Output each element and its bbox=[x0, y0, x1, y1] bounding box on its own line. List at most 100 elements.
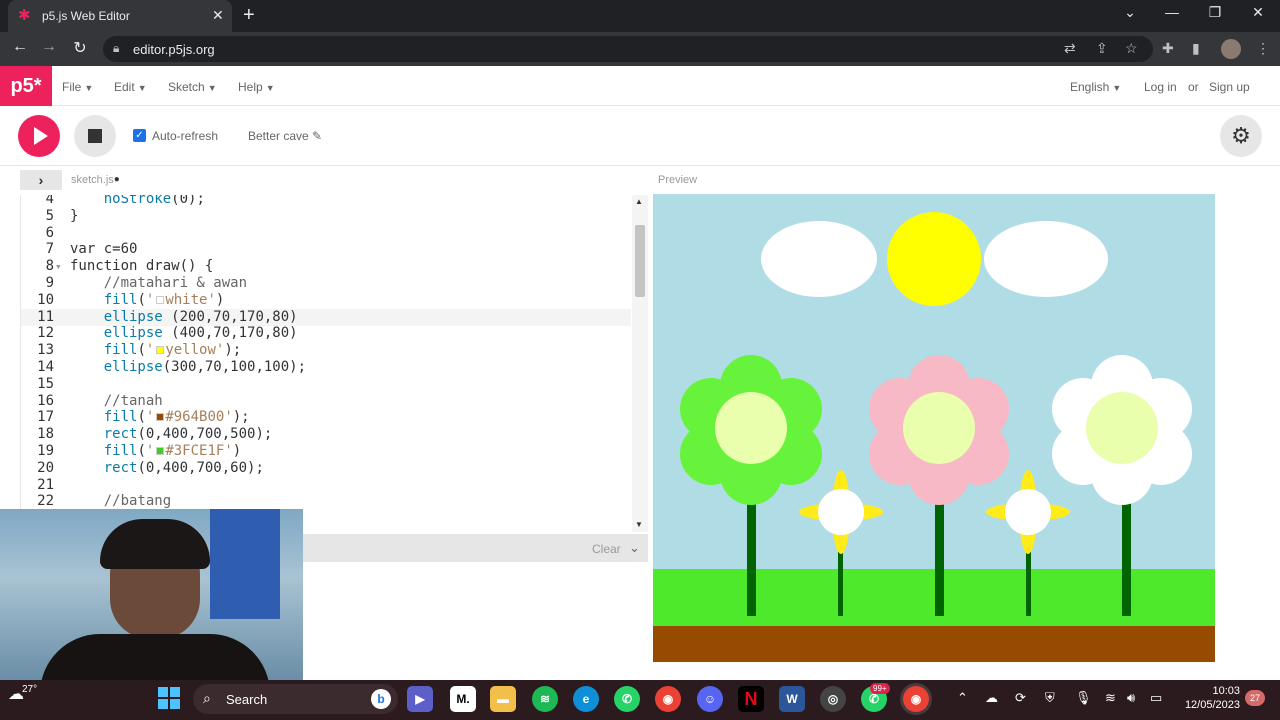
code-line[interactable]: 12 ellipse (400,70,170,80) bbox=[21, 325, 631, 342]
code-line[interactable]: 7 var c=60 bbox=[21, 241, 631, 258]
file-tab-sketch-js[interactable]: sketch.js● bbox=[71, 174, 120, 186]
bookmark-star-icon[interactable]: ☆ bbox=[1125, 40, 1138, 57]
close-tab-icon[interactable]: ✕ bbox=[212, 7, 224, 24]
menu-sketch[interactable]: Sketch ▼ bbox=[168, 80, 217, 94]
word-icon[interactable]: W bbox=[779, 686, 805, 712]
share-icon[interactable]: ⇪ bbox=[1096, 40, 1108, 57]
code-line[interactable]: 6 bbox=[21, 225, 631, 242]
code-line[interactable]: 22 //batang bbox=[21, 493, 631, 510]
code-line[interactable]: 17 fill(' #964B00'); bbox=[21, 409, 631, 426]
stem-small-1 bbox=[838, 544, 843, 616]
caret-down-icon: ▼ bbox=[1112, 83, 1122, 93]
stem-3 bbox=[1122, 494, 1131, 616]
fold-arrow-icon[interactable]: ▾ bbox=[55, 258, 62, 275]
code-line[interactable]: ▾ 8 function draw() { bbox=[21, 258, 631, 275]
code-line[interactable]: 18 rect(0,400,700,500); bbox=[21, 426, 631, 443]
sidebar-toggle-button[interactable]: › bbox=[20, 170, 62, 190]
netflix-icon[interactable]: N bbox=[738, 686, 764, 712]
microphone-icon[interactable]: 🎙︎ bbox=[1075, 690, 1092, 706]
browser-tab[interactable]: ✱ p5.js Web Editor ✕ bbox=[8, 0, 232, 32]
scroll-down-icon[interactable]: ▼ bbox=[635, 520, 643, 529]
url-text: editor.p5js.org bbox=[133, 42, 215, 57]
code-line[interactable]: 11 ellipse (200,70,170,80) bbox=[21, 308, 631, 326]
pencil-icon[interactable]: ✎ bbox=[312, 129, 322, 143]
line-number: 5 bbox=[45, 207, 54, 224]
start-icon[interactable] bbox=[158, 687, 180, 709]
weather-widget[interactable]: ☁ 27° bbox=[8, 684, 37, 704]
code-text: rect(0,400,700,500); bbox=[103, 426, 273, 443]
code-line[interactable]: 4 noStroke(0); bbox=[21, 195, 631, 208]
new-tab-icon[interactable]: + bbox=[243, 4, 255, 27]
code-line[interactable]: 9 //matahari & awan bbox=[21, 275, 631, 292]
bing-icon: b bbox=[371, 689, 391, 709]
code-line[interactable]: 13 fill(' yellow'); bbox=[21, 342, 631, 359]
signup-link[interactable]: Sign up bbox=[1209, 80, 1250, 94]
code-text: //tanah bbox=[70, 392, 163, 409]
code-editor[interactable]: 4 noStroke(0); 5} 6 7 var c=60 ▾ 8 function dra… bbox=[20, 195, 648, 532]
file-explorer-icon[interactable]: ▬ bbox=[490, 686, 516, 712]
login-link[interactable]: Log in bbox=[1144, 80, 1177, 94]
back-icon[interactable]: ← bbox=[9, 38, 31, 56]
edge-icon[interactable]: e bbox=[573, 686, 599, 712]
line-number: 7 bbox=[45, 241, 54, 258]
language-select[interactable]: English ▼ bbox=[1070, 80, 1121, 94]
discord-icon[interactable]: ☺ bbox=[697, 686, 723, 712]
spotify-icon[interactable]: ≋ bbox=[532, 686, 558, 712]
taskbar-search[interactable]: ⌕ Search b bbox=[193, 684, 398, 714]
stop-button[interactable] bbox=[74, 115, 116, 157]
maximize-icon[interactable]: ❐ bbox=[1195, 4, 1235, 21]
scroll-up-icon[interactable]: ▲ bbox=[635, 197, 643, 206]
mail-app-icon[interactable]: M. bbox=[450, 686, 476, 712]
sync-icon[interactable]: ⟳ bbox=[1015, 690, 1026, 706]
side-panel-icon[interactable]: ▮ bbox=[1192, 40, 1200, 57]
wifi-icon[interactable]: ≋ bbox=[1105, 690, 1116, 706]
auto-refresh-checkbox[interactable]: ✓ bbox=[133, 129, 146, 142]
address-bar[interactable]: 🔒︎ editor.p5js.org bbox=[103, 36, 1153, 62]
code-text: fill(' #3FCE1F') bbox=[103, 443, 242, 459]
reload-icon[interactable]: ↻ bbox=[69, 38, 91, 58]
taskbar-clock[interactable]: 10:03 12/05/2023 bbox=[1180, 684, 1240, 712]
code-text: ellipse(300,70,100,100); bbox=[103, 359, 307, 375]
code-line[interactable]: 10 fill(' white') bbox=[21, 292, 631, 309]
profile-avatar[interactable] bbox=[1221, 39, 1241, 59]
sun bbox=[887, 212, 981, 306]
chrome-menu-icon[interactable]: ⋮ bbox=[1256, 40, 1270, 57]
tray-app-icon[interactable]: ☁ bbox=[985, 690, 998, 706]
sketch-name[interactable]: Better cave ✎ bbox=[248, 129, 322, 143]
obs-icon[interactable]: ◎ bbox=[820, 686, 846, 712]
menu-edit[interactable]: Edit ▼ bbox=[114, 80, 147, 94]
code-line[interactable]: 20 rect(0,400,700,60); bbox=[21, 460, 631, 477]
volume-icon[interactable]: 🔊︎ bbox=[1127, 690, 1135, 706]
code-line[interactable]: 21 bbox=[21, 477, 631, 494]
chrome-active-icon[interactable]: ◉ bbox=[903, 686, 929, 712]
close-window-icon[interactable]: ✕ bbox=[1238, 4, 1278, 21]
chrome-icon[interactable]: ◉ bbox=[655, 686, 681, 712]
code-line[interactable]: 15 bbox=[21, 376, 631, 393]
tray-expand-icon[interactable]: ⌃ bbox=[957, 690, 968, 706]
tab-search-icon[interactable]: ⌄ bbox=[1110, 4, 1150, 21]
code-line[interactable]: 14 ellipse(300,70,100,100); bbox=[21, 359, 631, 376]
play-button[interactable] bbox=[18, 115, 60, 157]
settings-gear-icon[interactable]: ⚙ bbox=[1220, 115, 1262, 157]
battery-icon[interactable]: ▭ bbox=[1150, 690, 1162, 706]
minimize-icon[interactable]: — bbox=[1152, 4, 1192, 20]
line-number: 17 bbox=[37, 409, 54, 426]
code-line[interactable]: 5} bbox=[21, 208, 631, 225]
p5-logo[interactable]: p5* bbox=[0, 66, 52, 106]
code-line[interactable]: 16 //tanah bbox=[21, 393, 631, 410]
console-clear-button[interactable]: Clear bbox=[592, 542, 621, 556]
menu-help[interactable]: Help ▼ bbox=[238, 80, 275, 94]
menu-file[interactable]: File ▼ bbox=[62, 80, 93, 94]
code-line[interactable]: 19 fill(' #3FCE1F') bbox=[21, 443, 631, 460]
notification-count[interactable]: 27 bbox=[1245, 690, 1265, 706]
translate-icon[interactable]: ⇄ bbox=[1064, 40, 1076, 57]
teams-icon[interactable]: ▶ bbox=[407, 686, 433, 712]
whatsapp-icon[interactable]: ✆ bbox=[614, 686, 640, 712]
cloud-right bbox=[984, 221, 1108, 297]
preview-canvas[interactable] bbox=[653, 194, 1215, 662]
defender-icon[interactable]: ⛨ bbox=[1045, 690, 1055, 706]
forward-icon[interactable]: → bbox=[38, 38, 60, 56]
console-collapse-icon[interactable]: ⌄ bbox=[629, 540, 640, 556]
extensions-icon[interactable]: ✚ bbox=[1162, 40, 1174, 57]
editor-scroll-thumb[interactable] bbox=[635, 225, 645, 297]
